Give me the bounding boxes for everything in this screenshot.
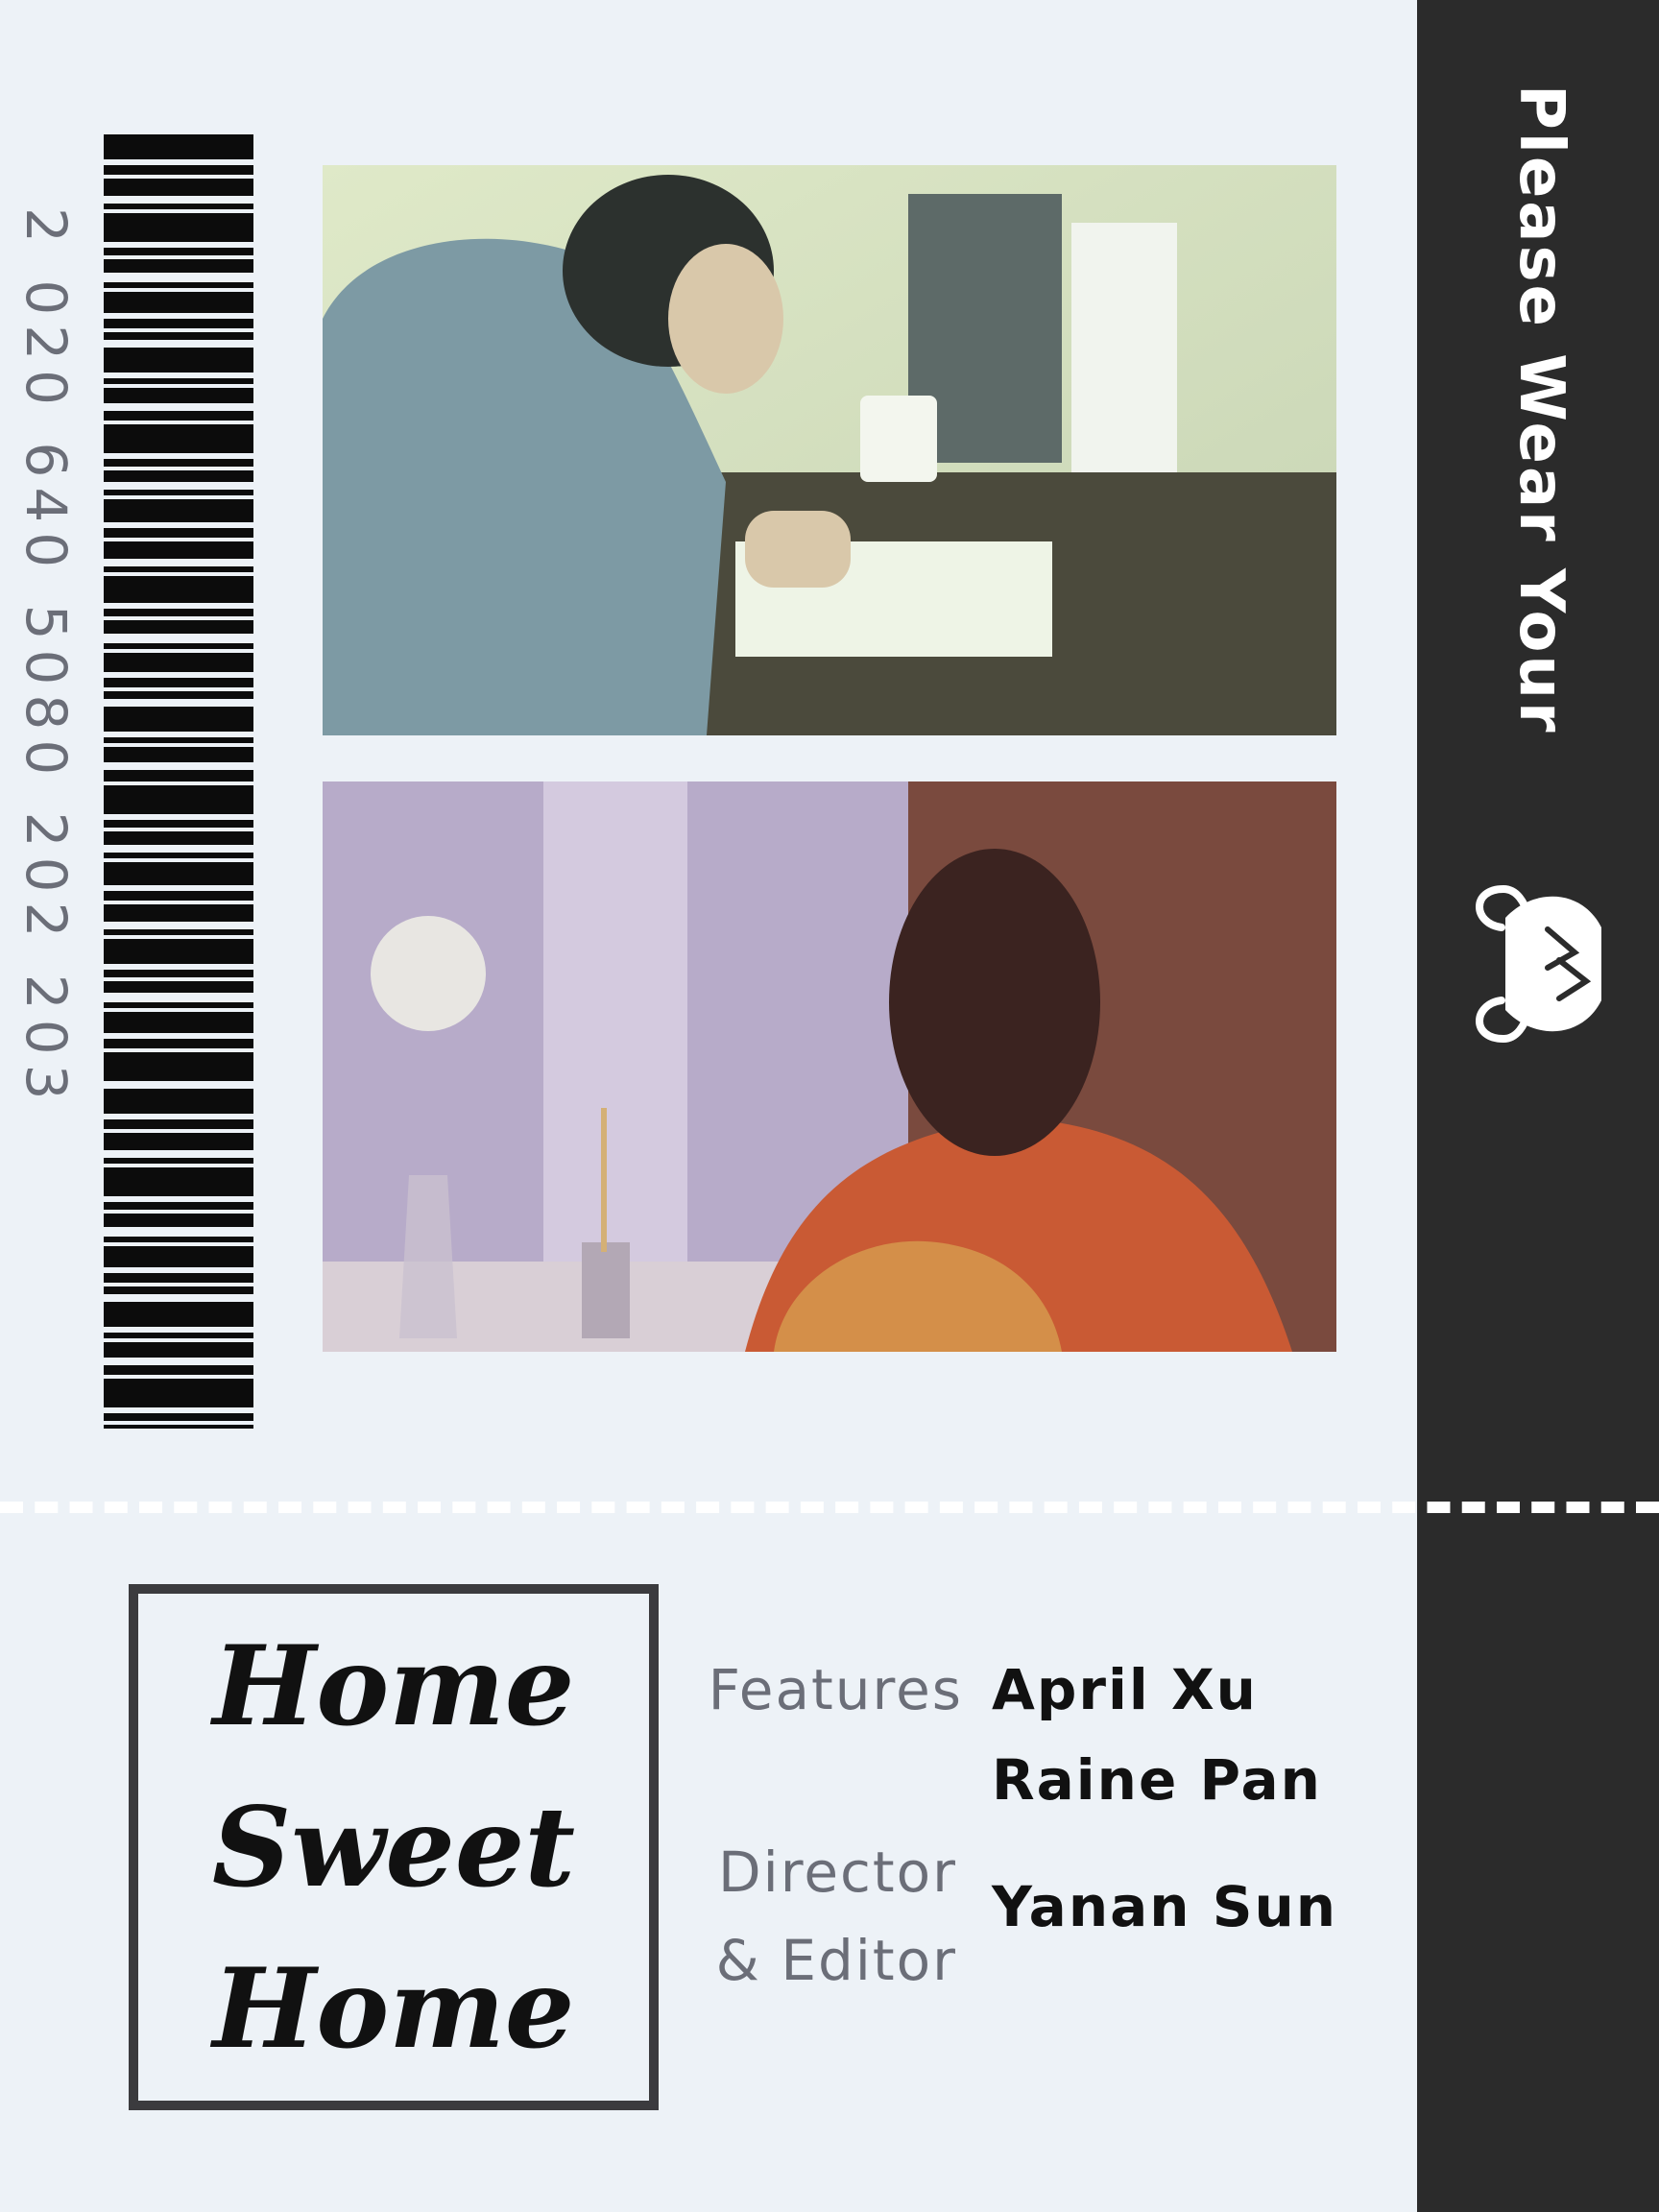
title-box: Home Sweet Home: [129, 1584, 659, 2110]
director-name: Yanan Sun: [992, 1874, 1338, 1939]
feature-name: Raine Pan: [992, 1747, 1322, 1813]
barcode: [104, 134, 253, 1429]
side-banner-text: Please Wear Your: [1505, 84, 1576, 735]
face-mask-icon: [1476, 884, 1601, 1044]
title-line: Home: [212, 1944, 575, 2073]
photo-calligraphy: [323, 165, 1336, 735]
title-line: Home: [212, 1622, 575, 1750]
feature-name: April Xu: [992, 1657, 1258, 1722]
photo-window: [323, 781, 1336, 1352]
director-label: Director: [718, 1839, 957, 1905]
perforation-line: [0, 1502, 1659, 1513]
title-line: Sweet: [211, 1783, 576, 1911]
barcode-digits: 2 020 640 5080 202 203: [13, 207, 79, 1110]
director-label: & Editor: [715, 1928, 957, 1993]
features-label: Features: [708, 1657, 963, 1722]
